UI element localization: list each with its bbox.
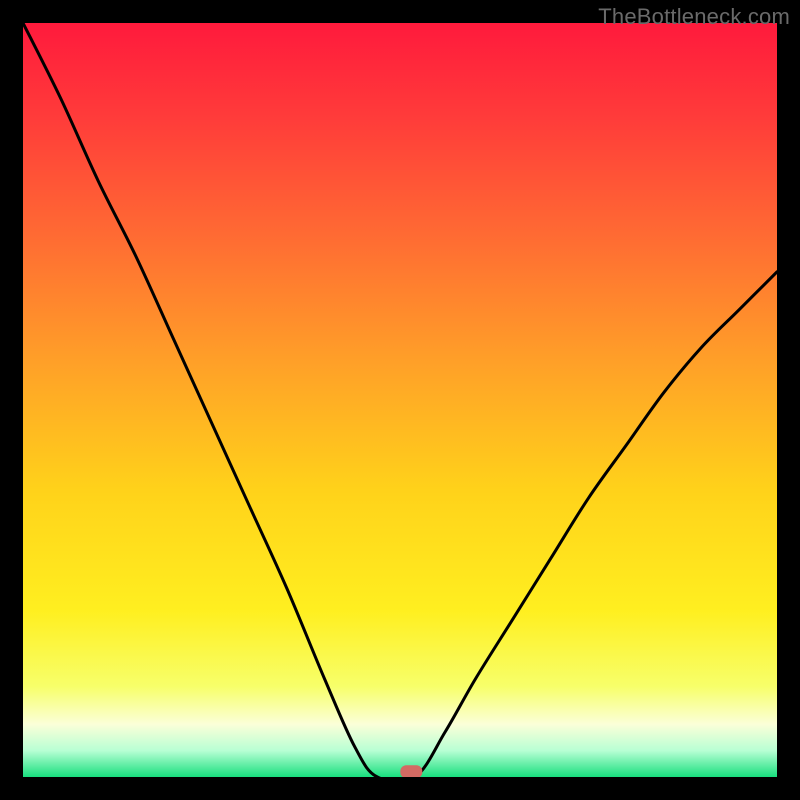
watermark-text: TheBottleneck.com — [598, 4, 790, 30]
gradient-background — [23, 23, 777, 777]
plot-area — [23, 23, 777, 777]
optimal-marker — [400, 765, 422, 777]
chart-svg — [23, 23, 777, 777]
chart-frame: TheBottleneck.com — [0, 0, 800, 800]
